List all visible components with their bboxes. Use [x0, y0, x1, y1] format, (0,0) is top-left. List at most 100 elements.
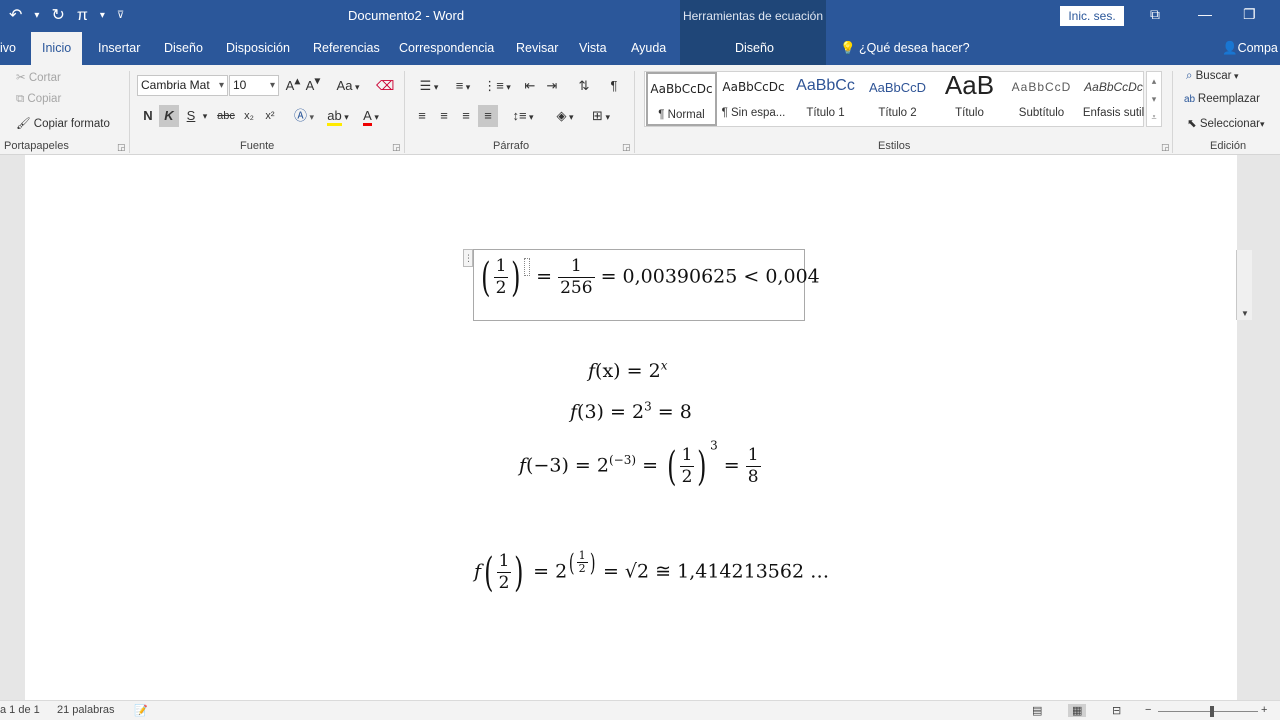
- clipboard-launcher-icon[interactable]: ◲: [117, 142, 126, 153]
- equation-options-dropdown[interactable]: ▼: [1236, 250, 1252, 320]
- read-mode-icon[interactable]: ▤: [1032, 704, 1042, 717]
- equation-handle-icon[interactable]: ⋮: [463, 249, 473, 267]
- font-family-select[interactable]: Cambria Mat▾: [137, 75, 228, 96]
- borders-icon[interactable]: ⊞ ▾: [586, 105, 616, 127]
- redo-icon[interactable]: ↻: [48, 6, 67, 26]
- zoom-slider-thumb[interactable]: [1210, 706, 1214, 717]
- equation-dropdown-icon[interactable]: ▾: [97, 6, 108, 26]
- copy-button[interactable]: ⧉ Copiar: [16, 93, 61, 106]
- style-heading-1[interactable]: AaBbCc Título 1: [790, 72, 861, 126]
- shrink-font-button[interactable]: A▾: [304, 75, 322, 97]
- undo-dropdown-icon[interactable]: ▾: [31, 6, 42, 26]
- cut-button[interactable]: ✂ Cortar: [16, 70, 61, 84]
- exponent: 3: [644, 400, 652, 414]
- style-sample: AaBbCcDc: [1078, 80, 1149, 94]
- sign-in-button[interactable]: Inic. ses.: [1060, 6, 1124, 26]
- equation-4[interactable]: f(−3) = 2(−3) = (12)3 = 18: [519, 445, 761, 488]
- justify-icon[interactable]: ≡: [478, 105, 498, 127]
- italic-button[interactable]: K: [159, 105, 179, 127]
- equation-icon[interactable]: π: [74, 6, 91, 26]
- numbering-icon[interactable]: ≡ ▾: [448, 75, 478, 97]
- font-launcher-icon[interactable]: ◲: [392, 142, 401, 153]
- equation-2[interactable]: f(x) = 2x: [588, 360, 667, 382]
- tab-home[interactable]: Inicio: [31, 32, 82, 65]
- zoom-out-icon[interactable]: −: [1145, 704, 1151, 716]
- strikethrough-button[interactable]: abc: [215, 105, 237, 127]
- equation-5[interactable]: f(12) = 2(12) = √2 ≅ 1,414213562 …: [474, 550, 829, 594]
- bullets-icon[interactable]: ☰ ▾: [414, 75, 444, 97]
- style-heading-2[interactable]: AaBbCcD Título 2: [862, 72, 933, 126]
- tab-references[interactable]: Referencias: [313, 32, 380, 65]
- web-layout-icon[interactable]: ⊟: [1112, 704, 1121, 717]
- restore-icon[interactable]: ❐: [1243, 6, 1256, 23]
- word-count[interactable]: 21 palabras: [57, 704, 115, 716]
- shading-icon[interactable]: ◈ ▾: [550, 105, 580, 127]
- text-effects-icon[interactable]: Ⓐ ▾: [290, 105, 318, 127]
- font-size-select[interactable]: 10▾: [229, 75, 279, 96]
- line-spacing-icon[interactable]: ↕≡ ▾: [508, 105, 538, 127]
- style-no-spacing[interactable]: AaBbCcDc ¶ Sin espa...: [718, 72, 789, 126]
- format-painter-button[interactable]: 🖌 Copiar formato: [16, 116, 110, 130]
- show-formatting-icon[interactable]: ¶: [604, 75, 624, 97]
- chevron-down-icon[interactable]: ▾: [1147, 90, 1161, 108]
- equation-editor-box[interactable]: (12) = 1256 = 0,00390625 < 0,004 ▼: [473, 249, 805, 321]
- tab-review[interactable]: Revisar: [516, 32, 558, 65]
- tab-insert[interactable]: Insertar: [98, 32, 140, 65]
- tab-mailings[interactable]: Correspondencia: [399, 32, 494, 65]
- print-layout-icon[interactable]: ▦: [1068, 704, 1086, 717]
- subscript-button[interactable]: x₂: [239, 105, 259, 127]
- equation-3[interactable]: f(3) = 23 = 8: [570, 401, 692, 423]
- minimize-icon[interactable]: —: [1198, 6, 1212, 22]
- grow-font-button[interactable]: A▴: [284, 75, 302, 97]
- superscript-button[interactable]: x²: [260, 105, 280, 127]
- find-button[interactable]: ⌕ Buscar ▾: [1186, 70, 1238, 83]
- select-button[interactable]: ⬉ Seleccionar▾: [1187, 116, 1264, 130]
- style-title[interactable]: AaB Título: [934, 72, 1005, 126]
- font-color-icon[interactable]: A ▾: [356, 105, 386, 127]
- document-page[interactable]: ⋮ (12) = 1256 = 0,00390625 < 0,004 ▼ f(x…: [25, 155, 1237, 700]
- align-left-icon[interactable]: ≡: [412, 105, 432, 127]
- style-subtle-emphasis[interactable]: AaBbCcDc Énfasis sutil: [1078, 72, 1149, 126]
- decrease-indent-icon[interactable]: ⇤: [520, 75, 540, 97]
- multilevel-list-icon[interactable]: ⋮≡ ▾: [482, 75, 512, 97]
- exponent-placeholder[interactable]: [524, 258, 530, 276]
- increase-indent-icon[interactable]: ⇥: [542, 75, 562, 97]
- tab-design[interactable]: Diseño: [164, 32, 203, 65]
- style-name: Énfasis sutil: [1078, 107, 1149, 119]
- equation-body: (−3) = 2: [526, 455, 609, 477]
- tab-view[interactable]: Vista: [579, 32, 607, 65]
- tell-me-search[interactable]: 💡 ¿Qué desea hacer?: [840, 32, 970, 65]
- tab-layout[interactable]: Disposición: [226, 32, 290, 65]
- page-count[interactable]: a 1 de 1: [0, 704, 40, 716]
- tab-file[interactable]: ivo: [0, 32, 16, 65]
- highlight-icon[interactable]: ab ▾: [322, 105, 354, 127]
- numerator: 1: [577, 550, 588, 562]
- ribbon-display-icon[interactable]: ⧉: [1150, 6, 1160, 23]
- proofing-icon[interactable]: 📝: [134, 704, 148, 717]
- bold-button[interactable]: N: [139, 105, 157, 127]
- chevron-up-icon[interactable]: ▴: [1147, 72, 1161, 90]
- styles-launcher-icon[interactable]: ◲: [1161, 142, 1170, 153]
- align-center-icon[interactable]: ≡: [434, 105, 454, 127]
- styles-scrollbar[interactable]: ▴ ▾ ⩡: [1146, 71, 1162, 127]
- clear-formatting-icon[interactable]: ⌫: [376, 75, 394, 97]
- style-subtitle[interactable]: AaBbCcD Subtítulo: [1006, 72, 1077, 126]
- underline-dropdown-icon[interactable]: ▾: [200, 105, 210, 127]
- document-area[interactable]: ⋮ (12) = 1256 = 0,00390625 < 0,004 ▼ f(x…: [0, 155, 1280, 700]
- share-button[interactable]: 👤Compa: [1222, 32, 1278, 65]
- paragraph-launcher-icon[interactable]: ◲: [622, 142, 631, 153]
- sort-icon[interactable]: ⇅: [574, 75, 594, 97]
- customize-qat-icon[interactable]: ⊽: [114, 6, 127, 26]
- undo-icon[interactable]: ↶: [6, 6, 25, 26]
- underline-button[interactable]: S: [183, 105, 199, 127]
- equation-1[interactable]: (12) = 1256 = 0,00390625 < 0,004: [478, 256, 820, 299]
- tab-help[interactable]: Ayuda: [631, 32, 666, 65]
- align-right-icon[interactable]: ≡: [456, 105, 476, 127]
- zoom-slider[interactable]: [1158, 711, 1258, 712]
- style-normal[interactable]: AaBbCcDc ¶ Normal: [646, 72, 717, 126]
- change-case-button[interactable]: Aa ▾: [332, 75, 364, 97]
- zoom-in-icon[interactable]: +: [1261, 704, 1267, 716]
- more-styles-icon[interactable]: ⩡: [1147, 108, 1161, 126]
- tab-equation-design[interactable]: Diseño: [735, 32, 774, 65]
- replace-button[interactable]: ab Reemplazar: [1184, 93, 1260, 105]
